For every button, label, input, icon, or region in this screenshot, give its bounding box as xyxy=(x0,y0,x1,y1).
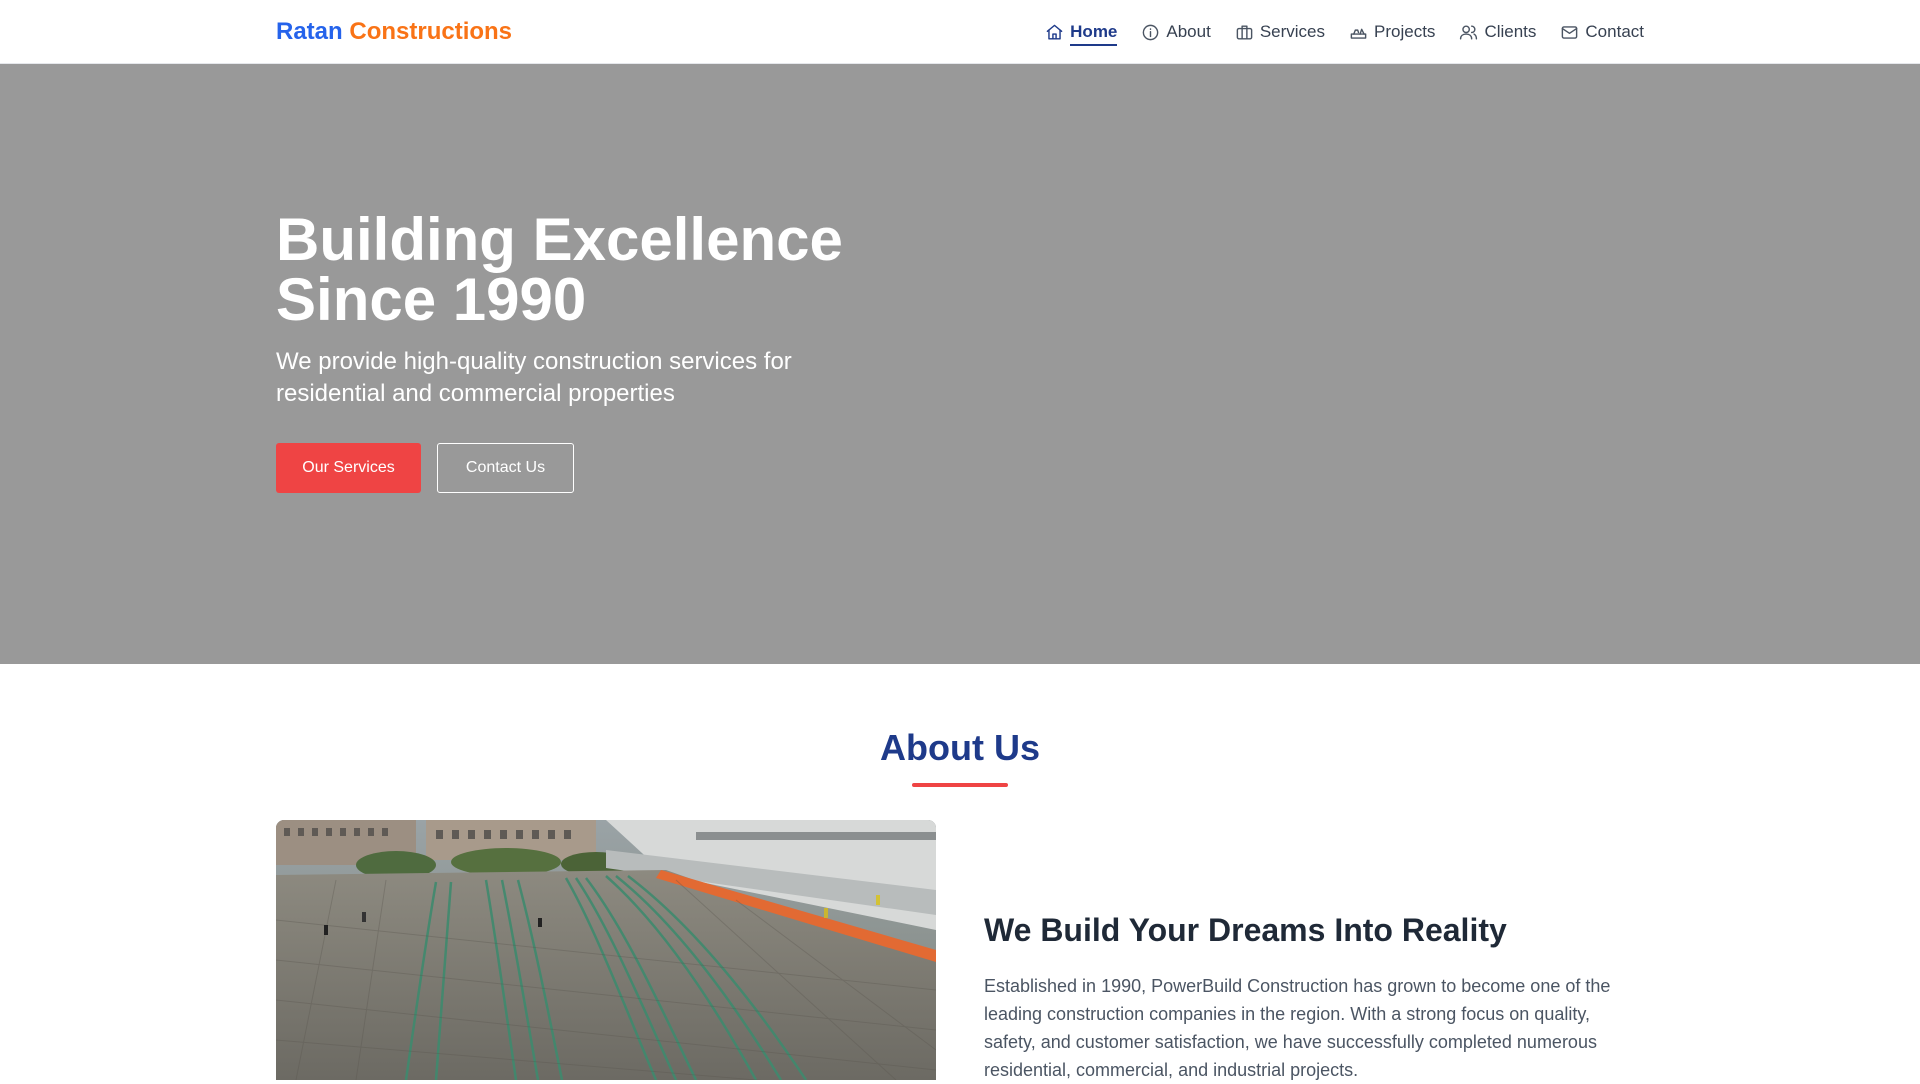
info-icon xyxy=(1143,24,1159,40)
projects-icon xyxy=(1350,28,1367,39)
nav-home[interactable]: Home xyxy=(1045,17,1118,47)
home-icon xyxy=(1046,24,1063,40)
users-icon xyxy=(1460,24,1478,40)
nav-about[interactable]: About xyxy=(1141,17,1211,47)
about-title: About Us xyxy=(880,727,1040,768)
construction-site-illustration xyxy=(276,820,936,1080)
construction-site-photo xyxy=(276,820,936,1080)
nav-home-label: Home xyxy=(1070,22,1118,46)
hero-title: Building Excellence Since 1990 xyxy=(276,206,843,333)
about-title-underline xyxy=(912,783,1008,787)
hero-subtitle: We provide high-quality construction ser… xyxy=(276,348,792,407)
nav-projects[interactable]: Projects xyxy=(1349,17,1435,47)
nav-services[interactable]: Services xyxy=(1235,17,1325,47)
nav-about-label: About xyxy=(1166,22,1211,41)
logo-text-primary: Ratan xyxy=(276,18,343,45)
about-heading: We Build Your Dreams Into Reality xyxy=(984,912,1507,948)
mail-icon xyxy=(1562,25,1578,39)
main-nav: Home About Services Projects Clients Con… xyxy=(1045,0,1644,64)
nav-projects-label: Projects xyxy=(1374,22,1436,41)
contact-us-button[interactable]: Contact Us xyxy=(437,443,574,493)
briefcase-icon xyxy=(1236,24,1253,40)
hero-section: Building Excellence Since 1990 We provid… xyxy=(0,64,1920,664)
nav-clients[interactable]: Clients xyxy=(1459,17,1536,47)
nav-contact-label: Contact xyxy=(1585,22,1644,41)
site-logo[interactable]: Ratan Constructions xyxy=(276,16,512,48)
our-services-button[interactable]: Our Services xyxy=(276,443,421,493)
nav-services-label: Services xyxy=(1259,22,1326,41)
nav-contact[interactable]: Contact xyxy=(1560,17,1644,47)
nav-clients-label: Clients xyxy=(1484,22,1537,41)
site-header: Ratan Constructions Home About Services … xyxy=(0,0,1920,64)
about-description: Established in 1990, PowerBuild Construc… xyxy=(984,976,1611,1080)
logo-text-secondary: Constructions xyxy=(349,18,513,45)
